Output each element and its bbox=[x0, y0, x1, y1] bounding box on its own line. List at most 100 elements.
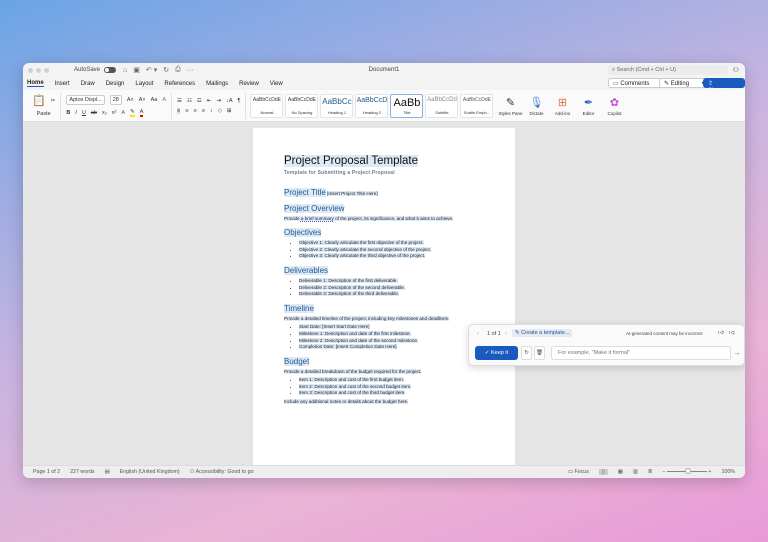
accessibility-status[interactable]: ⚇ Accessibility: Good to go bbox=[190, 469, 254, 475]
grow-font-icon[interactable]: A˄ bbox=[127, 97, 134, 103]
multilevel-icon[interactable]: ☲ bbox=[197, 98, 202, 104]
tab-insert[interactable]: Insert bbox=[55, 81, 70, 87]
undo-icon[interactable]: ↶ ▾ bbox=[146, 66, 157, 74]
subscript-icon[interactable]: x₂ bbox=[102, 110, 107, 116]
dictate-button[interactable]: 🎙Dictate bbox=[523, 96, 549, 116]
web-layout-icon[interactable]: ▦ bbox=[618, 469, 623, 475]
align-left-icon[interactable]: ≡ bbox=[177, 108, 180, 114]
tab-view[interactable]: View bbox=[270, 81, 283, 87]
prompt-chip[interactable]: ✎ Create a template... bbox=[512, 329, 572, 337]
list-item-text: Deliverable 2: Description of the second… bbox=[299, 285, 405, 290]
list-item-text: Item 3: Description and cost of the thir… bbox=[299, 390, 405, 395]
decrease-indent-icon[interactable]: ⇤ bbox=[207, 98, 212, 104]
style-no-spacing[interactable]: AaBbCcDdENo Spacing bbox=[285, 94, 318, 118]
minimize-window-button[interactable] bbox=[36, 68, 41, 73]
list-item-text: Milestone 2: Description and date of the… bbox=[299, 338, 418, 343]
zoom-level[interactable]: 100% bbox=[721, 469, 735, 475]
line-spacing-icon[interactable]: ↕ bbox=[210, 108, 213, 114]
align-center-icon[interactable]: ≡ bbox=[185, 108, 188, 114]
language-status[interactable]: English (United Kingdom) bbox=[120, 469, 180, 475]
tab-layout[interactable]: Layout bbox=[135, 81, 153, 87]
style-title[interactable]: AaBbTitle bbox=[390, 94, 423, 118]
overview-text-end: of the project, its significance, and wh… bbox=[334, 216, 454, 221]
shrink-font-icon[interactable]: A˅ bbox=[139, 97, 146, 103]
autosave-toggle[interactable] bbox=[104, 67, 116, 73]
tab-review[interactable]: Review bbox=[239, 81, 259, 87]
bullets-icon[interactable]: ☰ bbox=[177, 98, 182, 104]
pilcrow-icon[interactable]: ¶ bbox=[237, 98, 240, 104]
tab-design[interactable]: Design bbox=[106, 81, 125, 87]
thumbs-up-icon[interactable]: 👍︎ bbox=[718, 330, 724, 336]
paste-icon[interactable]: 📋 bbox=[32, 94, 46, 107]
font-color-icon[interactable]: A bbox=[140, 109, 144, 117]
style-subtitle[interactable]: AaBbCcDdSubtitle bbox=[425, 94, 458, 118]
save-icon[interactable]: ▣ bbox=[133, 66, 140, 74]
prev-icon[interactable]: ‹ bbox=[477, 331, 479, 337]
align-right-icon[interactable]: ≡ bbox=[193, 108, 196, 114]
read-mode-icon[interactable]: ▥ bbox=[633, 469, 638, 475]
comments-button[interactable]: ▭ Comments bbox=[608, 78, 665, 88]
change-case-button[interactable]: Aa bbox=[151, 97, 158, 103]
print-layout-icon[interactable]: ▯ bbox=[599, 469, 608, 475]
word-count[interactable]: 227 words bbox=[70, 469, 94, 475]
more-icon[interactable]: ··· bbox=[187, 67, 194, 74]
paste-button[interactable]: Paste bbox=[37, 111, 51, 117]
document-page[interactable]: Project Proposal Template Template for S… bbox=[253, 128, 515, 465]
word-window: AutoSave ⌂▣↶ ▾↻⎙··· Document1 ⌕ Search (… bbox=[23, 63, 745, 478]
editor-button[interactable]: ✒Editor bbox=[575, 96, 601, 116]
send-arrow-icon[interactable]: → bbox=[733, 348, 741, 357]
bold-icon[interactable]: B bbox=[66, 110, 70, 116]
superscript-icon[interactable]: x² bbox=[112, 110, 117, 116]
page-count[interactable]: Page 1 of 2 bbox=[33, 469, 60, 475]
zoom-window-button[interactable] bbox=[44, 68, 49, 73]
style-heading-2[interactable]: AaBbCcDHeading 2 bbox=[355, 94, 388, 118]
focus-button[interactable]: ▭ Focus bbox=[568, 469, 589, 475]
keep-it-button[interactable]: ✓ Keep it bbox=[475, 346, 518, 360]
copilot-button[interactable]: ✿Copilot bbox=[601, 96, 627, 116]
increase-indent-icon[interactable]: ⇥ bbox=[216, 98, 221, 104]
thumbs-down-icon[interactable]: 👎︎ bbox=[729, 330, 735, 336]
tab-home[interactable]: Home bbox=[27, 80, 44, 87]
regenerate-icon[interactable]: ↻ bbox=[521, 346, 532, 360]
print-icon[interactable]: ⎙ bbox=[175, 66, 181, 74]
search-input[interactable]: ⌕ Search (Cmd + Ctrl + U) bbox=[608, 65, 728, 75]
borders-icon[interactable]: ⊞ bbox=[227, 108, 232, 114]
addins-button[interactable]: ⊞Add-ins bbox=[549, 96, 575, 116]
tab-draw[interactable]: Draw bbox=[81, 81, 95, 87]
share-button[interactable]: ⇪ Share ▾ bbox=[703, 78, 745, 88]
numbering-icon[interactable]: ☷ bbox=[187, 98, 192, 104]
redo-icon[interactable]: ↻ bbox=[163, 66, 169, 74]
style-subtle-emph-[interactable]: AaBbCcDdESubtle Emph... bbox=[460, 94, 493, 118]
styles-pane-button[interactable]: ✎Styles Pane bbox=[497, 96, 523, 116]
account-icon[interactable]: ⚇ bbox=[733, 66, 739, 74]
font-size-select[interactable]: 28 bbox=[110, 95, 122, 105]
clear-formatting-icon[interactable]: A bbox=[162, 97, 166, 103]
close-window-button[interactable] bbox=[28, 68, 33, 73]
style-normal[interactable]: AaBbCcDdENormal bbox=[250, 94, 283, 118]
document-area[interactable]: Project Proposal Template Template for S… bbox=[23, 122, 745, 465]
next-icon[interactable]: › bbox=[505, 331, 507, 337]
font-name-select[interactable]: Aptos Displ... bbox=[66, 95, 104, 105]
style-heading-1[interactable]: AaBbCcHeading 1 bbox=[320, 94, 353, 118]
tab-mailings[interactable]: Mailings bbox=[206, 81, 228, 87]
underline-icon[interactable]: U bbox=[82, 110, 86, 116]
italic-icon[interactable]: I bbox=[75, 110, 77, 116]
home-icon[interactable]: ⌂ bbox=[123, 67, 127, 74]
list-item-text: Milestone 1: Description and date of the… bbox=[299, 331, 411, 336]
delete-icon[interactable]: 🗑︎ bbox=[534, 346, 545, 360]
highlight-icon[interactable]: ✎ bbox=[130, 109, 135, 117]
copilot-prompt-input[interactable]: For example, "Make it formal" bbox=[551, 346, 731, 360]
overview-flagged-text[interactable]: a brief summary bbox=[301, 216, 334, 221]
cut-icon[interactable]: ✂ bbox=[51, 98, 56, 104]
outline-icon[interactable]: ≣ bbox=[648, 469, 652, 475]
zoom-slider[interactable]: − + bbox=[662, 469, 711, 475]
proofing-icon[interactable]: ▤ bbox=[105, 469, 110, 475]
style-name: Normal bbox=[261, 110, 274, 115]
tab-references[interactable]: References bbox=[164, 81, 195, 87]
sort-icon[interactable]: ↓A bbox=[226, 98, 232, 104]
justify-icon[interactable]: ≡ bbox=[202, 108, 205, 114]
text-effects-icon[interactable]: A bbox=[121, 110, 125, 116]
list-item-text: Objective 1: Clearly articulate the firs… bbox=[299, 240, 424, 245]
strikethrough-icon[interactable]: ab bbox=[91, 110, 97, 116]
shading-icon[interactable]: ◇ bbox=[218, 108, 222, 114]
